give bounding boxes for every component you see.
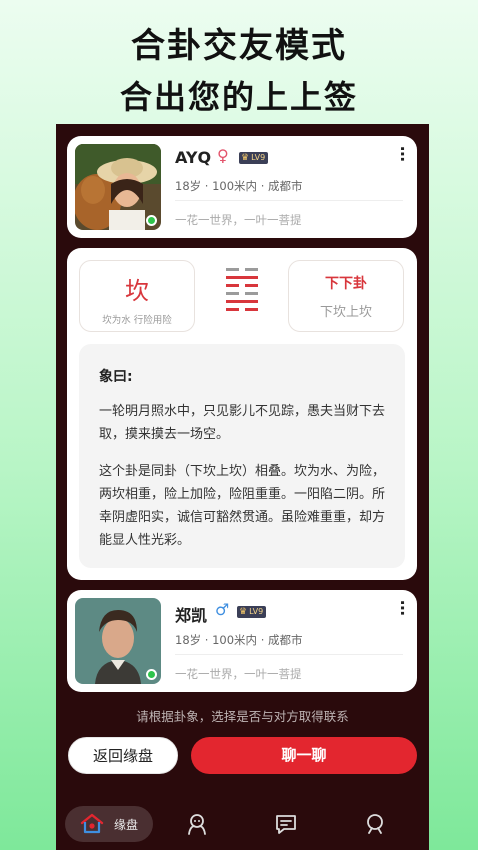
profile-motto: 一花一世界，一叶一菩提 [175, 213, 302, 227]
profile-icon [367, 814, 383, 834]
profile-meta: 18岁 · 100米内 · 成都市 [175, 178, 303, 194]
profile-city: 成都市 [268, 633, 303, 647]
more-options-icon[interactable]: ⋯ [393, 600, 412, 616]
meta-separator: · [260, 633, 269, 647]
profile-motto: 一花一世界，一叶一菩提 [175, 667, 302, 681]
xiang-explanation: 这个卦是同卦（下坎上坎）相叠。坎为水、为险，两坎相重，险上加险，险阻重重。一阳陷… [99, 464, 386, 548]
headline-title: 合卦交友模式 [131, 26, 347, 66]
meta-separator: · [204, 179, 213, 193]
gua-subtitle: 坎为水 行险用险 [102, 315, 172, 326]
crown-icon: ♛ [239, 607, 248, 617]
yao-line [226, 300, 258, 303]
tab-label: 缘盘 [113, 817, 138, 832]
profile-meta: 18岁 · 100米内 · 成都市 [175, 632, 303, 648]
gua-name: 坎 [125, 277, 149, 305]
gua-composition: 下坎上坎 [319, 305, 372, 320]
crown-icon: ♛ [241, 153, 250, 163]
tab-home[interactable]: 缘盘 [65, 806, 153, 842]
phone-screen: AYQ ♀ ♛ LV9 ⋯ 18岁 · 100米内 · 成都市 一花一世界，一叶… [56, 124, 429, 850]
profile-card-male[interactable]: 郑凯 ♂ ♛ LV9 ⋯ 18岁 · 100米内 · 成都市 一花一世界，一叶一… [67, 590, 417, 692]
profile-distance: 100米内 [212, 179, 258, 193]
message-icon [276, 815, 296, 834]
level-badge: ♛ LV9 [237, 606, 267, 618]
gua-card: 坎 坎为水 行险用险 下下卦 下坎上坎 象曰: 一轮明月照水中，只见影儿不见踪，… [67, 248, 417, 580]
divider [175, 654, 403, 655]
level-label: LV9 [251, 153, 266, 162]
yao-line [226, 276, 258, 279]
more-options-icon[interactable]: ⋯ [393, 146, 412, 162]
avatar[interactable] [75, 598, 161, 684]
avatar[interactable] [75, 144, 161, 230]
yao-line [226, 292, 258, 295]
hint-text: 请根据卦象，选择是否与对方取得联系 [136, 709, 349, 724]
female-gender-icon: ♀ [217, 146, 229, 165]
hexagram-icon [226, 268, 258, 316]
xiang-poem: 一轮明月照水中，只见影儿不见踪，愚夫当财下去取，摸来摸去一场空。 [99, 404, 386, 442]
profile-card-female[interactable]: AYQ ♀ ♛ LV9 ⋯ 18岁 · 100米内 · 成都市 一花一世界，一叶… [67, 136, 417, 238]
gua-name-box: 坎 坎为水 行险用险 [79, 260, 195, 332]
male-gender-icon: ♂ [215, 600, 230, 619]
profile-age: 18岁 [175, 633, 202, 647]
yao-line [226, 268, 258, 271]
profile-distance: 100米内 [212, 633, 258, 647]
xiang-title: 象曰: [99, 369, 133, 385]
tab-match[interactable] [179, 806, 215, 842]
tab-messages[interactable] [268, 806, 304, 842]
gua-rank-box: 下下卦 下坎上坎 [288, 260, 404, 332]
profile-name: AYQ [175, 148, 212, 167]
profile-name: 郑凯 [175, 606, 208, 625]
online-indicator [146, 669, 157, 680]
match-icon [188, 814, 206, 835]
meta-separator: · [260, 179, 269, 193]
yao-line [226, 284, 258, 287]
meta-separator: · [204, 633, 213, 647]
profile-city: 成都市 [268, 179, 303, 193]
level-label: LV9 [249, 607, 264, 616]
headline-subtitle: 合出您的上上签 [119, 78, 358, 116]
profile-age: 18岁 [175, 179, 202, 193]
yao-line [226, 308, 258, 311]
tab-profile[interactable] [357, 806, 393, 842]
back-to-board-button[interactable]: 返回缘盘 [68, 737, 178, 774]
divider [175, 200, 403, 201]
gua-rank: 下下卦 [325, 276, 367, 292]
chat-button[interactable]: 聊一聊 [191, 737, 417, 774]
online-indicator [146, 215, 157, 226]
level-badge: ♛ LV9 [239, 152, 269, 164]
xiang-panel: 象曰: 一轮明月照水中，只见影儿不见踪，愚夫当财下去取，摸来摸去一场空。 这个卦… [79, 344, 405, 568]
bottom-tab-bar: 缘盘 [56, 794, 429, 850]
home-icon [80, 813, 104, 834]
